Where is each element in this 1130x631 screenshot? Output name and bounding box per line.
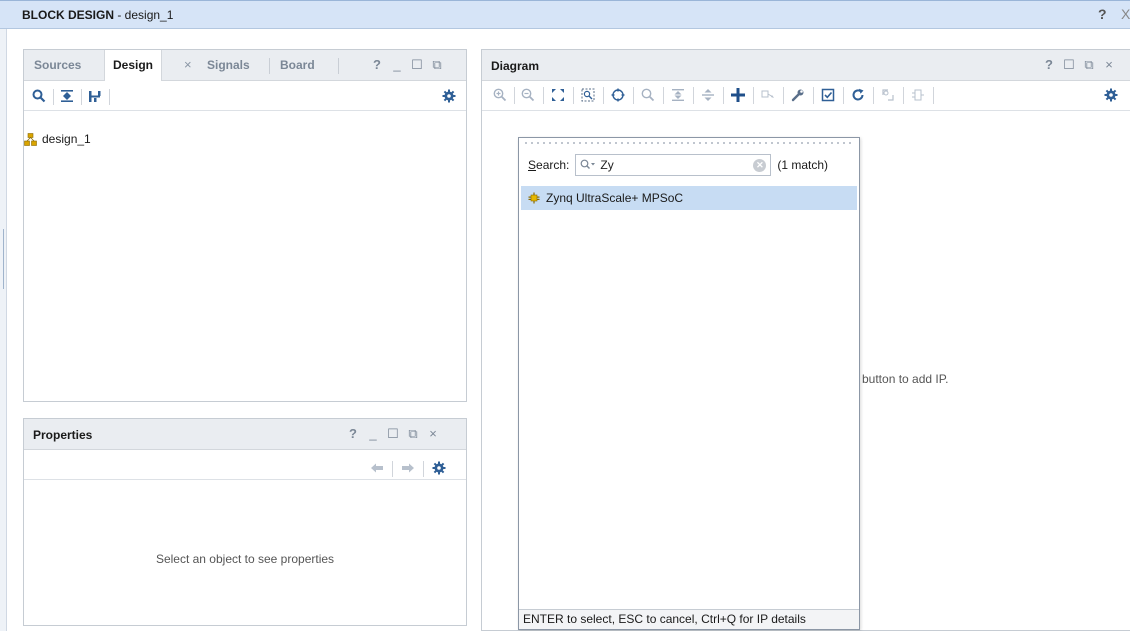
pin-icon[interactable] [908,84,928,106]
tab-divider [338,58,339,74]
float-button[interactable]: ⧉ [430,57,444,73]
minimize-button[interactable]: _ [390,57,404,73]
design-panel-header: Sources Design × Signals Board ? _ ☐ ⧉ [24,50,466,82]
properties-empty-message: Select an object to see properties [155,552,335,566]
window-title-main: BLOCK DESIGN [22,8,115,22]
toolbar-divider [392,461,393,477]
popup-footer-hint: ENTER to select, ESC to cancel, Ctrl+Q f… [519,609,859,629]
ip-search-popup: Search: ✕ (1 match) Zynq UltraScale+ MPS… [518,137,860,630]
add-ip-icon[interactable] [728,84,748,106]
tab-signals[interactable]: Signals [199,50,258,81]
clear-search-icon[interactable]: ✕ [753,159,767,172]
toolbar-divider [573,87,574,104]
minimize-button[interactable]: _ [366,426,380,442]
zoom-in-icon[interactable] [490,84,510,106]
toolbar-divider [663,87,664,104]
gear-icon[interactable] [430,459,448,477]
help-button[interactable]: ? [1042,57,1056,73]
search-icon[interactable] [638,84,658,106]
toolbar-divider [873,87,874,104]
toolbar-divider [813,87,814,104]
window-close-button[interactable]: X [1121,6,1130,22]
diagram-add-ip-hint: button to add IP. [862,372,949,386]
diagram-title: Diagram [491,59,540,73]
search-icon[interactable] [30,87,48,105]
block-design-icon [24,132,37,146]
gear-icon[interactable] [440,87,458,105]
toolbar-divider [81,89,82,105]
tab-design-close-icon[interactable]: × [184,50,192,81]
block-design-title-bar: BLOCK DESIGN - design_1 ? X [0,0,1130,29]
window-title: BLOCK DESIGN - design_1 [22,8,173,22]
ip-search-row: Search: ✕ (1 match) [528,154,853,176]
gear-icon[interactable] [1101,84,1121,106]
maximize-button[interactable]: ☐ [1062,57,1076,73]
toolbar-divider [53,89,54,105]
toolbar-divider [903,87,904,104]
window-help-button[interactable]: ? [1098,6,1107,22]
dock-grip[interactable] [3,229,4,289]
tree-item-design-1[interactable]: design_1 [24,132,91,146]
toolbar-divider [783,87,784,104]
close-button[interactable]: × [426,426,440,442]
close-button[interactable]: × [1102,57,1116,73]
validate-icon[interactable] [818,84,838,106]
float-button[interactable]: ⧉ [1082,57,1096,73]
tab-divider [269,58,270,74]
toolbar-divider [693,87,694,104]
toolbar-divider [603,87,604,104]
tab-board[interactable]: Board [272,50,323,81]
ip-core-icon [528,192,540,204]
tree-item-label: design_1 [42,132,91,146]
properties-title: Properties [33,428,93,442]
popup-drag-handle[interactable] [523,141,855,145]
toolbar-divider [723,87,724,104]
refresh-icon[interactable] [848,84,868,106]
toolbar-divider [843,87,844,104]
search-label-rest: earch: [536,158,570,172]
ip-result-zynq-ultrascale-mpsoc[interactable]: Zynq UltraScale+ MPSoC [521,186,857,210]
toolbar-divider [109,89,110,105]
zoom-fit-icon[interactable] [548,84,568,106]
maximize-button[interactable]: ☐ [386,426,400,442]
maximize-button[interactable]: ☐ [410,57,424,73]
help-button[interactable]: ? [370,57,384,73]
search-label-accel: S [528,158,537,172]
properties-panel-header: Properties ? _ ☐ ⧉ × [24,419,466,450]
help-button[interactable]: ? [346,426,360,442]
search-filter-icon[interactable] [580,159,596,171]
toolbar-divider [633,87,634,104]
forward-arrow-icon[interactable] [399,459,417,477]
expand-icon[interactable] [698,84,718,106]
tab-design[interactable]: Design [104,50,163,82]
toolbar-divider [753,87,754,104]
toolbar-divider [514,87,515,104]
match-count: (1 match) [777,158,829,172]
float-button[interactable]: ⧉ [406,426,420,442]
left-dock-edge [0,29,7,631]
tab-sources[interactable]: Sources [26,50,89,81]
hierarchy-icon[interactable] [86,87,104,105]
zoom-area-icon[interactable] [578,84,598,106]
window-title-design: - design_1 [114,8,174,22]
collapse-all-icon[interactable] [58,87,76,105]
ip-search-input[interactable] [600,158,751,172]
selection-icon[interactable] [608,84,628,106]
search-label: Search: [528,158,569,172]
back-arrow-icon[interactable] [368,459,386,477]
collapse-icon[interactable] [668,84,688,106]
toolbar-divider [933,87,934,104]
ip-result-label: Zynq UltraScale+ MPSoC [546,191,684,205]
diagram-panel-header: Diagram ? ☐ ⧉ × [482,50,1130,81]
properties-panel: Properties ? _ ☐ ⧉ × Select an object to… [23,418,467,626]
wrench-icon[interactable] [788,84,808,106]
design-hierarchy-panel: Sources Design × Signals Board ? _ ☐ ⧉ d… [23,49,467,402]
ip-search-field[interactable]: ✕ [575,154,772,176]
toolbar-divider [423,461,424,477]
make-external-icon[interactable] [758,84,778,106]
regenerate-icon[interactable] [878,84,898,106]
toolbar-divider [543,87,544,104]
zoom-out-icon[interactable] [518,84,538,106]
